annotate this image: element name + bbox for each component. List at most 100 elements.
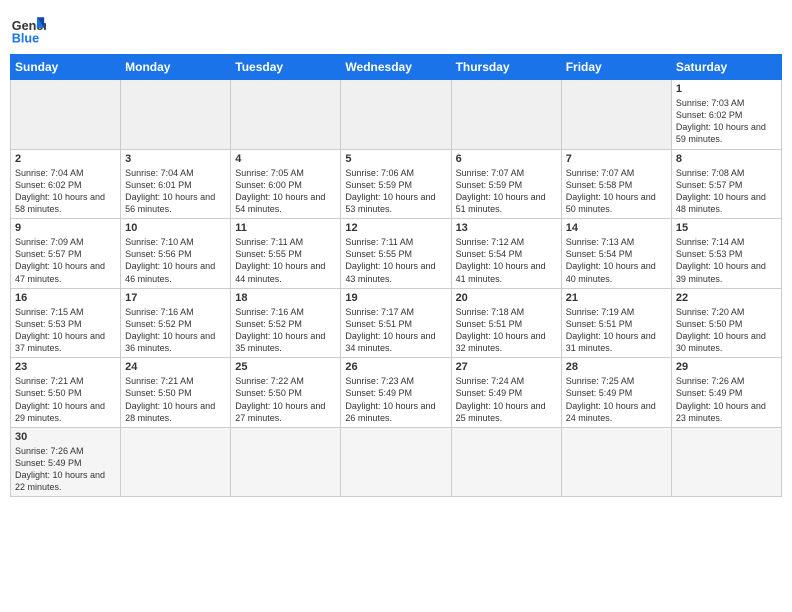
day-cell [561, 427, 671, 497]
logo: General Blue [10, 10, 46, 46]
week-row-5: 30 Sunrise: 7:26 AM Sunset: 5:49 PM Dayli… [11, 427, 782, 497]
day-cell: 28 Sunrise: 7:25 AM Sunset: 5:49 PM Dayli… [561, 358, 671, 428]
day-info: Sunrise: 7:06 AM Sunset: 5:59 PM Dayligh… [345, 167, 446, 216]
day-cell: 8 Sunrise: 7:08 AM Sunset: 5:57 PM Daylig… [671, 149, 781, 219]
day-cell: 16 Sunrise: 7:15 AM Sunset: 5:53 PM Dayli… [11, 288, 121, 358]
day-info: Sunrise: 7:25 AM Sunset: 5:49 PM Dayligh… [566, 375, 667, 424]
day-cell: 25 Sunrise: 7:22 AM Sunset: 5:50 PM Dayli… [231, 358, 341, 428]
day-info: Sunrise: 7:05 AM Sunset: 6:00 PM Dayligh… [235, 167, 336, 216]
day-cell [121, 80, 231, 150]
day-number: 25 [235, 361, 336, 373]
weekday-header-tuesday: Tuesday [231, 55, 341, 80]
day-cell: 30 Sunrise: 7:26 AM Sunset: 5:49 PM Dayli… [11, 427, 121, 497]
day-cell: 14Sunrise: 7:13 AM Sunset: 5:54 PM Dayli… [561, 219, 671, 289]
weekday-header-friday: Friday [561, 55, 671, 80]
day-cell: 11 Sunrise: 7:11 AM Sunset: 5:55 PM Dayli… [231, 219, 341, 289]
day-number: 30 [15, 431, 116, 443]
day-number: 16 [15, 292, 116, 304]
day-cell: 9 Sunrise: 7:09 AM Sunset: 5:57 PM Daylig… [11, 219, 121, 289]
day-number: 12 [345, 222, 446, 234]
day-number: 8 [676, 153, 777, 165]
week-row-2: 9 Sunrise: 7:09 AM Sunset: 5:57 PM Daylig… [11, 219, 782, 289]
day-info: Sunrise: 7:08 AM Sunset: 5:57 PM Dayligh… [676, 167, 777, 216]
weekday-header-sunday: Sunday [11, 55, 121, 80]
week-row-4: 23 Sunrise: 7:21 AM Sunset: 5:50 PM Dayli… [11, 358, 782, 428]
day-cell: 13Sunrise: 7:12 AM Sunset: 5:54 PM Dayli… [451, 219, 561, 289]
day-info: Sunrise: 7:11 AM Sunset: 5:55 PM Dayligh… [345, 236, 446, 285]
logo-icon: General Blue [10, 10, 46, 46]
day-number: 28 [566, 361, 667, 373]
day-cell: 4 Sunrise: 7:05 AM Sunset: 6:00 PM Daylig… [231, 149, 341, 219]
day-cell: 3 Sunrise: 7:04 AM Sunset: 6:01 PM Daylig… [121, 149, 231, 219]
day-cell [231, 427, 341, 497]
day-number: 11 [235, 222, 336, 234]
day-info: Sunrise: 7:18 AM Sunset: 5:51 PM Dayligh… [456, 306, 557, 355]
day-cell: 1Sunrise: 7:03 AM Sunset: 6:02 PM Daylig… [671, 80, 781, 150]
day-cell [341, 80, 451, 150]
day-info: Sunrise: 7:04 AM Sunset: 6:02 PM Dayligh… [15, 167, 116, 216]
day-cell [561, 80, 671, 150]
day-cell: 19 Sunrise: 7:17 AM Sunset: 5:51 PM Dayli… [341, 288, 451, 358]
day-info: Sunrise: 7:23 AM Sunset: 5:49 PM Dayligh… [345, 375, 446, 424]
day-number: 3 [125, 153, 226, 165]
day-cell: 12 Sunrise: 7:11 AM Sunset: 5:55 PM Dayli… [341, 219, 451, 289]
day-cell: 17 Sunrise: 7:16 AM Sunset: 5:52 PM Dayli… [121, 288, 231, 358]
day-number: 18 [235, 292, 336, 304]
day-info: Sunrise: 7:19 AM Sunset: 5:51 PM Dayligh… [566, 306, 667, 355]
day-info: Sunrise: 7:26 AM Sunset: 5:49 PM Dayligh… [15, 445, 116, 494]
day-cell: 18 Sunrise: 7:16 AM Sunset: 5:52 PM Dayli… [231, 288, 341, 358]
day-cell: 15Sunrise: 7:14 AM Sunset: 5:53 PM Dayli… [671, 219, 781, 289]
day-number: 27 [456, 361, 557, 373]
day-cell [451, 80, 561, 150]
day-info: Sunrise: 7:17 AM Sunset: 5:51 PM Dayligh… [345, 306, 446, 355]
calendar: SundayMondayTuesdayWednesdayThursdayFrid… [10, 54, 782, 497]
header: General Blue [10, 10, 782, 46]
day-number: 9 [15, 222, 116, 234]
day-number: 2 [15, 153, 116, 165]
day-cell [121, 427, 231, 497]
day-info: Sunrise: 7:09 AM Sunset: 5:57 PM Dayligh… [15, 236, 116, 285]
day-cell [11, 80, 121, 150]
day-number: 19 [345, 292, 446, 304]
day-info: Sunrise: 7:16 AM Sunset: 5:52 PM Dayligh… [125, 306, 226, 355]
day-cell [341, 427, 451, 497]
day-number: 15 [676, 222, 777, 234]
day-cell: 2 Sunrise: 7:04 AM Sunset: 6:02 PM Daylig… [11, 149, 121, 219]
day-info: Sunrise: 7:10 AM Sunset: 5:56 PM Dayligh… [125, 236, 226, 285]
day-cell: 29Sunrise: 7:26 AM Sunset: 5:49 PM Dayli… [671, 358, 781, 428]
day-number: 29 [676, 361, 777, 373]
day-cell: 24 Sunrise: 7:21 AM Sunset: 5:50 PM Dayli… [121, 358, 231, 428]
weekday-header-wednesday: Wednesday [341, 55, 451, 80]
day-info: Sunrise: 7:22 AM Sunset: 5:50 PM Dayligh… [235, 375, 336, 424]
day-info: Sunrise: 7:15 AM Sunset: 5:53 PM Dayligh… [15, 306, 116, 355]
day-cell: 26Sunrise: 7:23 AM Sunset: 5:49 PM Dayli… [341, 358, 451, 428]
day-info: Sunrise: 7:07 AM Sunset: 5:59 PM Dayligh… [456, 167, 557, 216]
day-info: Sunrise: 7:03 AM Sunset: 6:02 PM Dayligh… [676, 97, 777, 146]
day-cell: 27 Sunrise: 7:24 AM Sunset: 5:49 PM Dayli… [451, 358, 561, 428]
day-info: Sunrise: 7:21 AM Sunset: 5:50 PM Dayligh… [15, 375, 116, 424]
day-info: Sunrise: 7:16 AM Sunset: 5:52 PM Dayligh… [235, 306, 336, 355]
day-number: 4 [235, 153, 336, 165]
weekday-header-thursday: Thursday [451, 55, 561, 80]
day-info: Sunrise: 7:21 AM Sunset: 5:50 PM Dayligh… [125, 375, 226, 424]
day-number: 17 [125, 292, 226, 304]
day-number: 14 [566, 222, 667, 234]
week-row-3: 16 Sunrise: 7:15 AM Sunset: 5:53 PM Dayli… [11, 288, 782, 358]
day-number: 24 [125, 361, 226, 373]
day-cell: 20 Sunrise: 7:18 AM Sunset: 5:51 PM Dayli… [451, 288, 561, 358]
day-info: Sunrise: 7:11 AM Sunset: 5:55 PM Dayligh… [235, 236, 336, 285]
day-cell: 10Sunrise: 7:10 AM Sunset: 5:56 PM Dayli… [121, 219, 231, 289]
day-info: Sunrise: 7:20 AM Sunset: 5:50 PM Dayligh… [676, 306, 777, 355]
day-number: 20 [456, 292, 557, 304]
day-cell: 7Sunrise: 7:07 AM Sunset: 5:58 PM Daylig… [561, 149, 671, 219]
day-number: 23 [15, 361, 116, 373]
day-info: Sunrise: 7:24 AM Sunset: 5:49 PM Dayligh… [456, 375, 557, 424]
day-number: 5 [345, 153, 446, 165]
day-cell [231, 80, 341, 150]
day-number: 22 [676, 292, 777, 304]
day-number: 7 [566, 153, 667, 165]
day-number: 21 [566, 292, 667, 304]
week-row-0: 1Sunrise: 7:03 AM Sunset: 6:02 PM Daylig… [11, 80, 782, 150]
day-info: Sunrise: 7:04 AM Sunset: 6:01 PM Dayligh… [125, 167, 226, 216]
weekday-header-row: SundayMondayTuesdayWednesdayThursdayFrid… [11, 55, 782, 80]
